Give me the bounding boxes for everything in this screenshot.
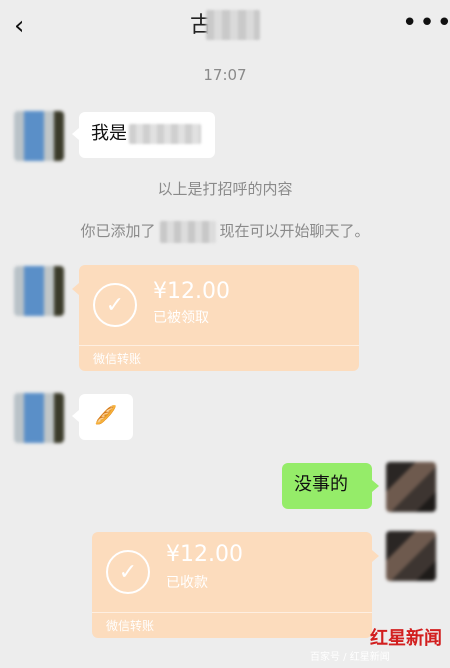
system-greeting-note: 以上是打招呼的内容 <box>157 180 293 198</box>
back-arrow-icon[interactable]: ‹ <box>14 12 38 40</box>
transfer-card-outgoing[interactable]: ✓ ¥12.00 已收款 微信转账 <box>92 532 372 638</box>
transfer-footer: 微信转账 <box>93 352 142 366</box>
message-text: 没事的 <box>294 474 348 495</box>
system-added-suffix: 现在可以开始聊天了。 <box>219 222 370 240</box>
system-added-note: 你已添加了 现在可以开始聊天了。 <box>0 220 450 243</box>
transfer-card-incoming[interactable]: ✓ ¥12.00 已被领取 微信转账 <box>79 265 359 371</box>
contact-avatar[interactable] <box>14 111 64 161</box>
message-bubble-incoming[interactable]: 我是 <box>79 112 215 158</box>
bread-emoji: 🥖 <box>94 405 118 426</box>
transfer-status: 已被领取 <box>153 310 209 326</box>
bubble-tail <box>72 128 79 140</box>
transfer-divider <box>92 612 372 613</box>
transfer-check-icon: ✓ <box>106 550 150 594</box>
bubble-tail <box>372 550 379 562</box>
transfer-check-icon: ✓ <box>93 283 137 327</box>
transfer-amount: ¥12.00 <box>153 279 230 304</box>
more-options-icon[interactable]: ••• <box>402 10 450 36</box>
contact-avatar[interactable] <box>14 393 64 443</box>
bubble-tail <box>72 283 79 295</box>
contact-avatar[interactable] <box>14 266 64 316</box>
chat-header: ‹ 古 ••• <box>0 0 450 52</box>
chat-title-redacted <box>206 10 260 40</box>
system-added-prefix: 你已添加了 <box>80 222 156 240</box>
message-text: 我是 <box>91 123 127 144</box>
message-timestamp: 17:07 <box>203 66 247 84</box>
message-bubble-incoming[interactable]: 🥖 <box>79 394 133 440</box>
transfer-divider <box>79 345 359 346</box>
transfer-amount: ¥12.00 <box>166 542 243 567</box>
my-avatar[interactable] <box>386 462 436 512</box>
transfer-status: 已收款 <box>166 575 208 591</box>
bubble-tail <box>372 480 379 492</box>
redacted-name <box>129 124 201 144</box>
watermark-text: 百家号 / 红星新闻 <box>310 652 390 663</box>
message-bubble-outgoing[interactable]: 没事的 <box>282 463 372 509</box>
bubble-tail <box>72 410 79 422</box>
my-avatar[interactable] <box>386 531 436 581</box>
redacted-contact-name <box>159 220 216 243</box>
news-logo: 红星新闻 <box>370 628 442 649</box>
transfer-footer: 微信转账 <box>106 619 155 633</box>
